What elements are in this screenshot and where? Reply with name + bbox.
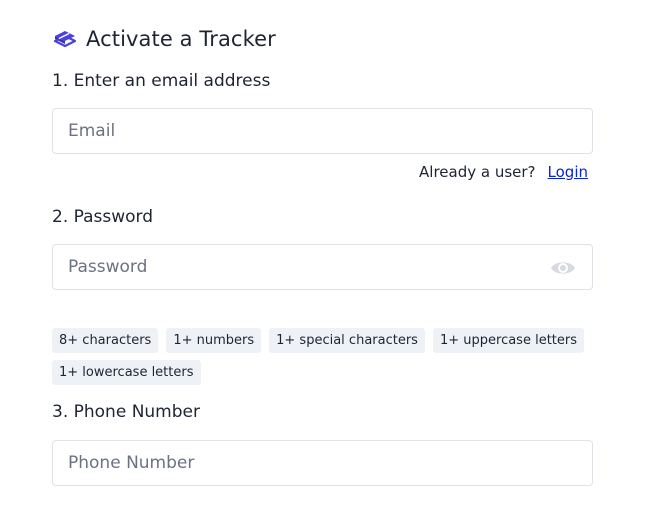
requirement-chip: 1+ special characters — [269, 328, 425, 353]
page-header: Activate a Tracker — [52, 26, 276, 52]
password-requirements: 8+ characters 1+ numbers 1+ special char… — [52, 328, 593, 385]
phone-input[interactable] — [53, 441, 592, 485]
requirement-chip: 1+ uppercase letters — [432, 328, 585, 353]
requirement-chip: 1+ lowercase letters — [52, 360, 201, 385]
eye-icon[interactable] — [550, 257, 576, 279]
already-user-text: Already a user? — [419, 163, 536, 181]
password-input[interactable] — [53, 245, 592, 289]
phone-field-container — [52, 440, 593, 486]
phone-section-label: 3. Phone Number — [52, 402, 200, 422]
login-prompt: Already a user? Login — [419, 163, 588, 181]
login-link[interactable]: Login — [548, 163, 588, 181]
password-field-container — [52, 244, 593, 290]
requirement-chip: 8+ characters — [52, 328, 159, 353]
email-field-container — [52, 108, 593, 154]
password-section-label: 2. Password — [52, 207, 154, 227]
tracker-logo-icon — [53, 31, 77, 48]
email-input[interactable] — [53, 109, 592, 153]
page-title: Activate a Tracker — [86, 27, 276, 51]
requirement-chip: 1+ numbers — [166, 328, 262, 353]
email-section-label: 1. Enter an email address — [52, 71, 271, 91]
